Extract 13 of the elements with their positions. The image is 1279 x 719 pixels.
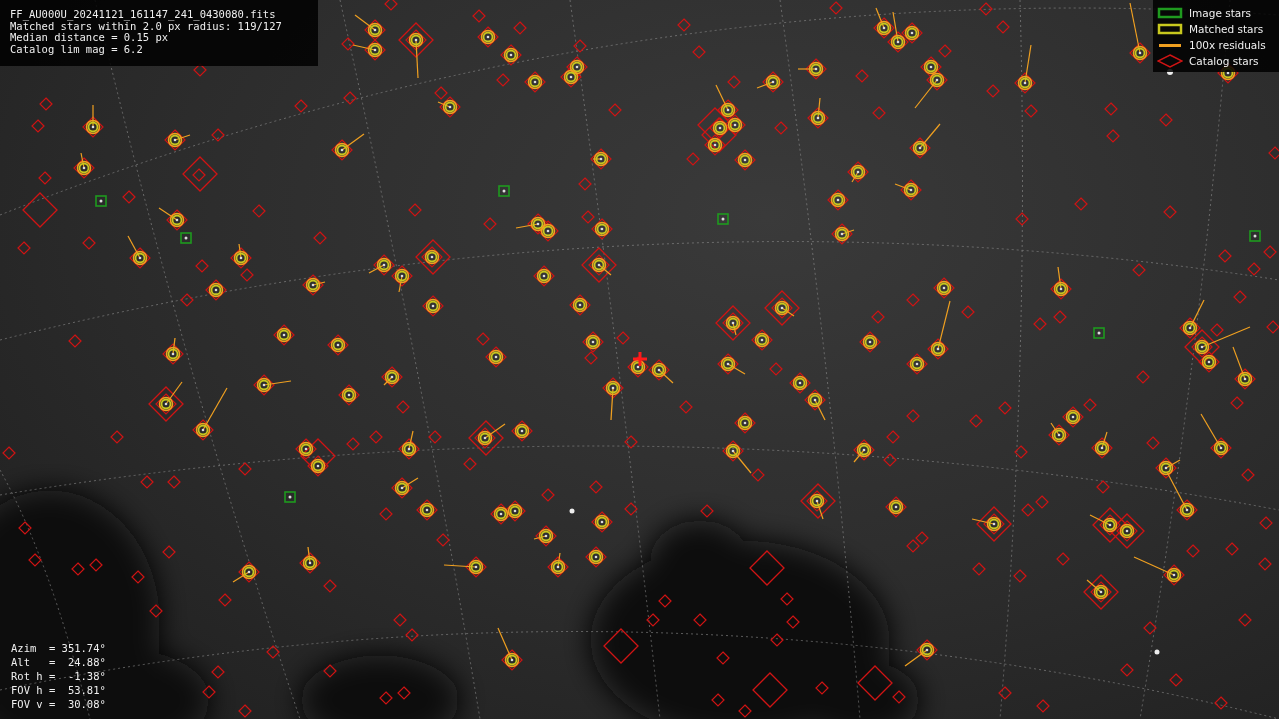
info-text: Median distance = 0.15 px	[10, 32, 169, 44]
info-text: Catalog lim mag = 6.2	[10, 43, 144, 55]
pointing-text: FOV h = 53.81°	[11, 683, 106, 697]
legend-label: Image stars	[1189, 7, 1252, 19]
legend-label: Catalog stars	[1189, 55, 1259, 67]
pointing-text: Azim = 351.74°	[11, 641, 106, 655]
legend-label: 100x residuals	[1189, 39, 1266, 51]
pointing-text: FOV v = 30.08°	[11, 697, 106, 711]
pointing-text: Alt = 24.88°	[11, 655, 106, 669]
legend-label: Matched stars	[1189, 23, 1264, 35]
info-text: Matched stars within 2.0 px radius: 119/127	[10, 20, 283, 32]
pointing-text: Rot h = -1.38°	[11, 669, 106, 683]
info-text: FF_AU000U_20241121_161147_241_0430080.fits	[10, 9, 277, 21]
